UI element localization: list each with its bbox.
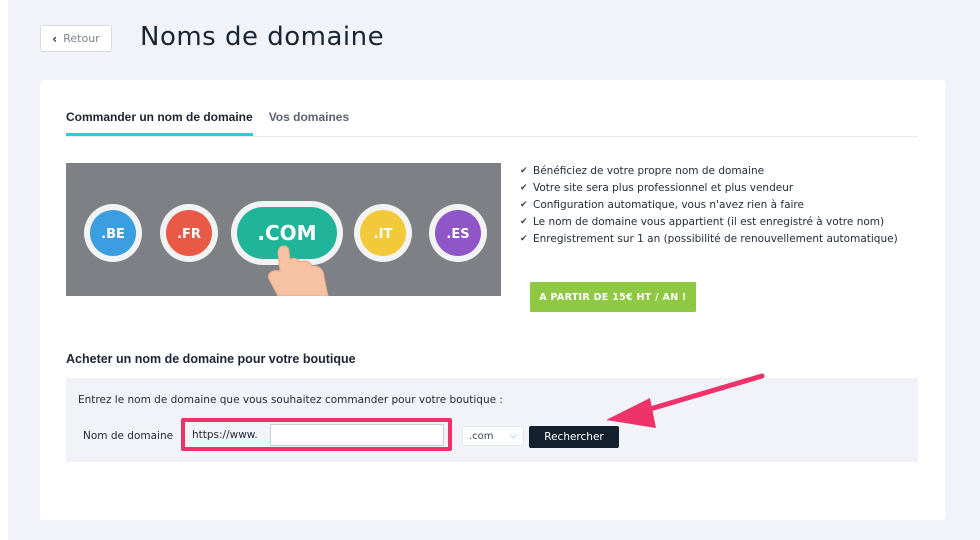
back-button-label: Retour xyxy=(63,32,100,45)
tab-my-domains[interactable]: Vos domaines xyxy=(269,110,349,136)
check-icon: ✔ xyxy=(520,217,528,227)
buy-domain-section-title: Acheter un nom de domaine pour votre bou… xyxy=(66,352,356,366)
page-title: Noms de domaine xyxy=(140,22,385,52)
tab-bar: Commander un nom de domaine Vos domaines xyxy=(66,110,918,137)
domain-input[interactable] xyxy=(270,424,444,446)
url-prefix: https://www. xyxy=(188,424,262,446)
check-icon: ✔ xyxy=(520,166,528,176)
check-icon: ✔ xyxy=(520,200,528,210)
check-icon: ✔ xyxy=(520,234,528,244)
feature-list: ✔ Bénéficiez de votre propre nom de domai… xyxy=(520,164,900,249)
domain-banner: .BE .FR .COM .IT .ES xyxy=(66,163,501,296)
tld-fr-label: .FR xyxy=(177,227,201,242)
tld-es-badge: .ES xyxy=(429,204,487,262)
check-icon: ✔ xyxy=(520,183,528,193)
feature-item: ✔ Enregistrement sur 1 an (possibilité de… xyxy=(520,233,898,245)
tld-be-label: .BE xyxy=(101,227,125,242)
feature-item: ✔ Votre site sera plus professionnel et p… xyxy=(520,182,794,194)
feature-item: ✔ Configuration automatique, vous n'avez … xyxy=(520,199,804,211)
tld-fr-badge: .FR xyxy=(160,204,218,262)
tld-select-value: .com xyxy=(469,430,494,442)
tld-be-badge: .BE xyxy=(84,204,142,262)
feature-item: ✔ Le nom de domaine vous appartient (il e… xyxy=(520,216,885,228)
tab-order-domain[interactable]: Commander un nom de domaine xyxy=(66,110,253,136)
tld-es-label: .ES xyxy=(446,227,469,242)
tld-it-badge: .IT xyxy=(354,204,412,262)
domain-search-panel: Entrez le nom de domaine que vous souhai… xyxy=(66,378,918,462)
tld-select[interactable]: .com ⌵ xyxy=(462,426,524,446)
feature-item: ✔ Bénéficiez de votre propre nom de domai… xyxy=(520,165,765,177)
price-cta-button[interactable]: A PARTIR DE 15€ HT / AN ! xyxy=(530,282,696,312)
search-button[interactable]: Rechercher xyxy=(529,426,619,448)
banner-illustration: .BE .FR .COM .IT .ES xyxy=(66,163,501,296)
search-instruction: Entrez le nom de domaine que vous souhai… xyxy=(78,394,503,406)
chevron-down-icon: ⌵ xyxy=(510,431,517,441)
tld-com-label: .COM xyxy=(257,221,316,245)
back-button[interactable]: ‹ Retour xyxy=(40,25,112,52)
main-card: Commander un nom de domaine Vos domaines… xyxy=(40,80,945,520)
domain-field-label: Nom de domaine xyxy=(83,430,174,442)
chevron-left-icon: ‹ xyxy=(52,31,58,46)
tld-it-label: .IT xyxy=(374,227,393,242)
